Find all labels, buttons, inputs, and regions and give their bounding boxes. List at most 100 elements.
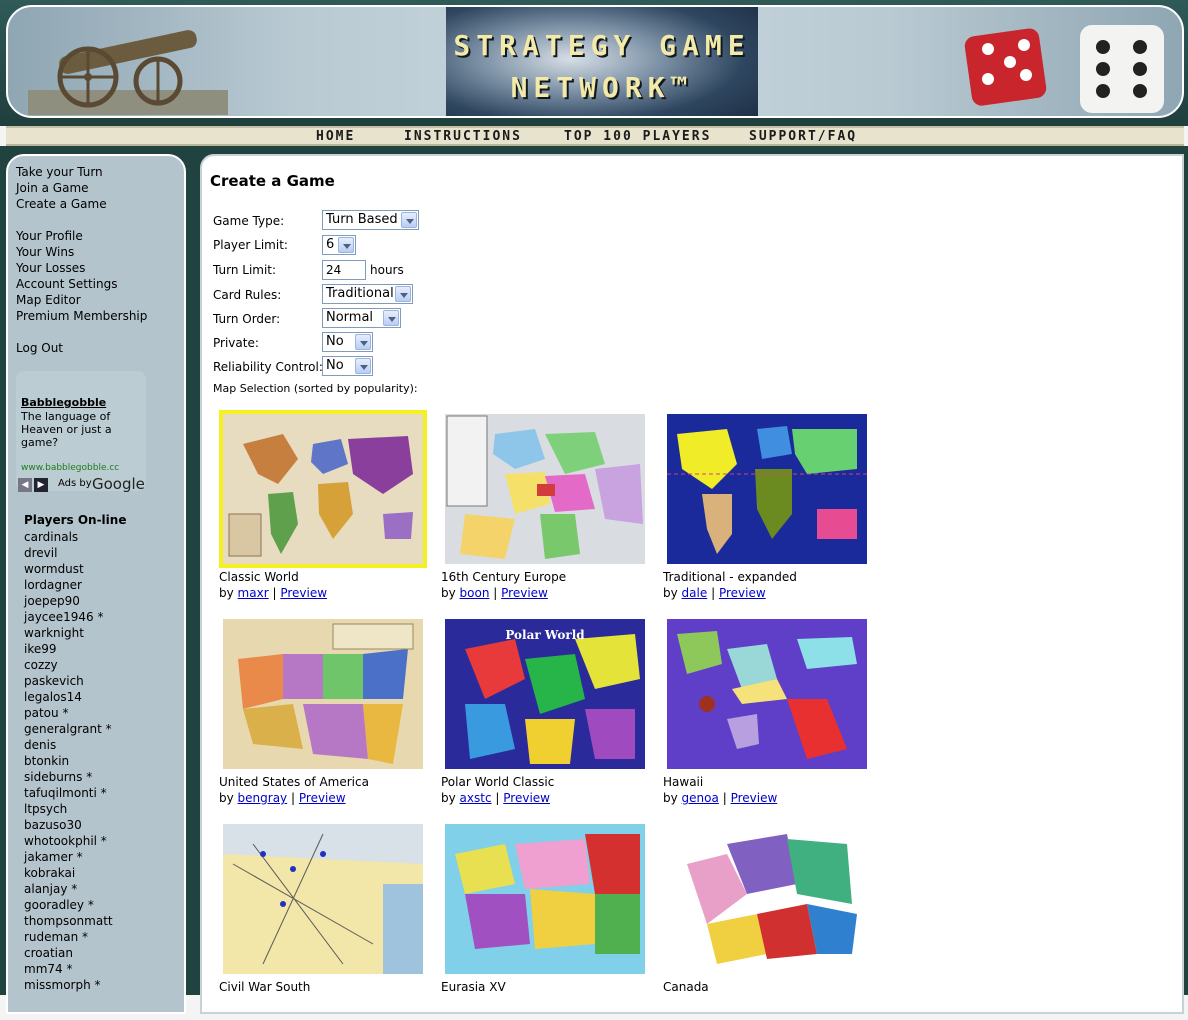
chevron-down-icon — [401, 212, 417, 228]
preview-link[interactable]: Preview — [501, 586, 548, 600]
sidebar-account-settings[interactable]: Account Settings — [16, 276, 117, 292]
separator: | — [722, 791, 727, 805]
map-name: United States of America — [219, 775, 369, 789]
author-link[interactable]: dale — [682, 586, 708, 600]
eurasia-xv-map-image — [445, 824, 645, 974]
private-select[interactable]: No — [322, 332, 373, 352]
map-thumbnail[interactable] — [219, 615, 427, 773]
map-thumbnail[interactable] — [219, 410, 427, 568]
map-thumbnail[interactable] — [663, 410, 871, 568]
map-thumbnail[interactable] — [663, 615, 871, 773]
map-tile-polar-world-classic: Polar World Polar World Classic by axstc… — [441, 615, 651, 815]
sidebar-create-a-game[interactable]: Create a Game — [16, 196, 107, 212]
online-player[interactable]: jakamer * — [24, 849, 113, 865]
ad-prev-icon[interactable]: ◀ — [18, 478, 32, 492]
map-thumbnail[interactable] — [663, 820, 871, 978]
online-player[interactable]: drevil — [24, 545, 113, 561]
online-player[interactable]: sideburns * — [24, 769, 113, 785]
nav-instructions[interactable]: INSTRUCTIONS — [404, 129, 522, 144]
author-link[interactable]: boon — [460, 586, 490, 600]
google-logo[interactable]: Google — [92, 475, 145, 493]
reliability-control-select[interactable]: No — [322, 356, 373, 376]
private-label: Private: — [213, 336, 259, 350]
ad-next-icon[interactable]: ▶ — [34, 478, 48, 492]
map-thumbnail[interactable] — [219, 820, 427, 978]
nav-support-faq[interactable]: SUPPORT/FAQ — [749, 129, 857, 144]
separator: | — [291, 791, 296, 805]
author-link[interactable]: maxr — [238, 586, 269, 600]
preview-link[interactable]: Preview — [299, 791, 346, 805]
online-player[interactable]: bazuso30 — [24, 817, 113, 833]
nav-top-100-players[interactable]: TOP 100 PLAYERS — [564, 129, 711, 144]
card-rules-select[interactable]: Traditional — [322, 284, 413, 304]
traditional-expanded-map-image — [667, 414, 867, 564]
online-player[interactable]: lordagner — [24, 577, 113, 593]
sidebar-your-losses[interactable]: Your Losses — [16, 260, 85, 276]
sidebar-map-editor[interactable]: Map Editor — [16, 292, 81, 308]
sidebar-premium-membership[interactable]: Premium Membership — [16, 308, 147, 324]
chevron-down-icon — [355, 358, 371, 374]
map-thumbnail[interactable] — [441, 410, 649, 568]
players-online-list: cardinals drevil wormdust lordagner joep… — [24, 529, 113, 993]
author-link[interactable]: genoa — [682, 791, 719, 805]
ad-url[interactable]: www.babblegobble.cc — [21, 463, 119, 473]
online-player[interactable]: cardinals — [24, 529, 113, 545]
preview-link[interactable]: Preview — [719, 586, 766, 600]
turn-limit-input[interactable] — [322, 260, 366, 280]
online-player[interactable]: generalgrant * — [24, 721, 113, 737]
chevron-down-icon — [383, 310, 399, 326]
author-link[interactable]: axstc — [460, 791, 492, 805]
main-panel: Create a Game Game Type: Turn Based Play… — [200, 154, 1184, 1014]
online-player[interactable]: mm74 * — [24, 961, 113, 977]
online-player[interactable]: jaycee1946 * — [24, 609, 113, 625]
usa-map-image — [223, 619, 423, 769]
online-player[interactable]: joepep90 — [24, 593, 113, 609]
map-name: Traditional - expanded — [663, 570, 797, 584]
online-player[interactable]: paskevich — [24, 673, 113, 689]
preview-link[interactable]: Preview — [731, 791, 778, 805]
by-label: by — [663, 791, 678, 805]
sidebar-your-profile[interactable]: Your Profile — [16, 228, 83, 244]
turn-order-select[interactable]: Normal — [322, 308, 401, 328]
civil-war-south-map-image — [223, 824, 423, 974]
sidebar-your-wins[interactable]: Your Wins — [16, 244, 74, 260]
online-player[interactable]: thompsonmatt — [24, 913, 113, 929]
online-player[interactable]: btonkin — [24, 753, 113, 769]
online-player[interactable]: rudeman * — [24, 929, 113, 945]
map-name: Classic World — [219, 570, 299, 584]
online-player[interactable]: denis — [24, 737, 113, 753]
map-tile-civil-war-south: Civil War South — [219, 820, 429, 1020]
ad-title[interactable]: Babblegobble — [21, 396, 106, 409]
online-player[interactable]: tafuqilmonti * — [24, 785, 113, 801]
online-player[interactable]: patou * — [24, 705, 113, 721]
game-type-select[interactable]: Turn Based — [322, 210, 419, 230]
chevron-down-icon — [355, 334, 371, 350]
online-player[interactable]: cozzy — [24, 657, 113, 673]
preview-link[interactable]: Preview — [503, 791, 550, 805]
author-link[interactable]: bengray — [238, 791, 288, 805]
sidebar-log-out[interactable]: Log Out — [16, 340, 63, 356]
online-player[interactable]: ltpsych — [24, 801, 113, 817]
online-player[interactable]: legalos14 — [24, 689, 113, 705]
online-player[interactable]: croatian — [24, 945, 113, 961]
player-limit-select[interactable]: 6 — [322, 235, 356, 255]
sidebar-join-a-game[interactable]: Join a Game — [16, 180, 89, 196]
online-player[interactable]: warknight — [24, 625, 113, 641]
preview-link[interactable]: Preview — [280, 586, 327, 600]
online-player[interactable]: whotookphil * — [24, 833, 113, 849]
site-title-line2: NETWORK™ — [510, 71, 694, 104]
sidebar-take-your-turn[interactable]: Take your Turn — [16, 164, 103, 180]
online-player[interactable]: kobrakai — [24, 865, 113, 881]
reliability-control-value: No — [326, 358, 344, 373]
europe-map-image — [445, 414, 645, 564]
online-player[interactable]: wormdust — [24, 561, 113, 577]
online-player[interactable]: gooradley * — [24, 897, 113, 913]
online-player[interactable]: alanjay * — [24, 881, 113, 897]
online-player[interactable]: missmorph * — [24, 977, 113, 993]
ad-box: Babblegobble The language of Heaven or j… — [16, 371, 146, 491]
online-player[interactable]: ike99 — [24, 641, 113, 657]
players-online-heading: Players On-line — [24, 513, 127, 527]
map-thumbnail[interactable]: Polar World — [441, 615, 649, 773]
map-thumbnail[interactable] — [441, 820, 649, 978]
nav-home[interactable]: HOME — [316, 129, 355, 144]
